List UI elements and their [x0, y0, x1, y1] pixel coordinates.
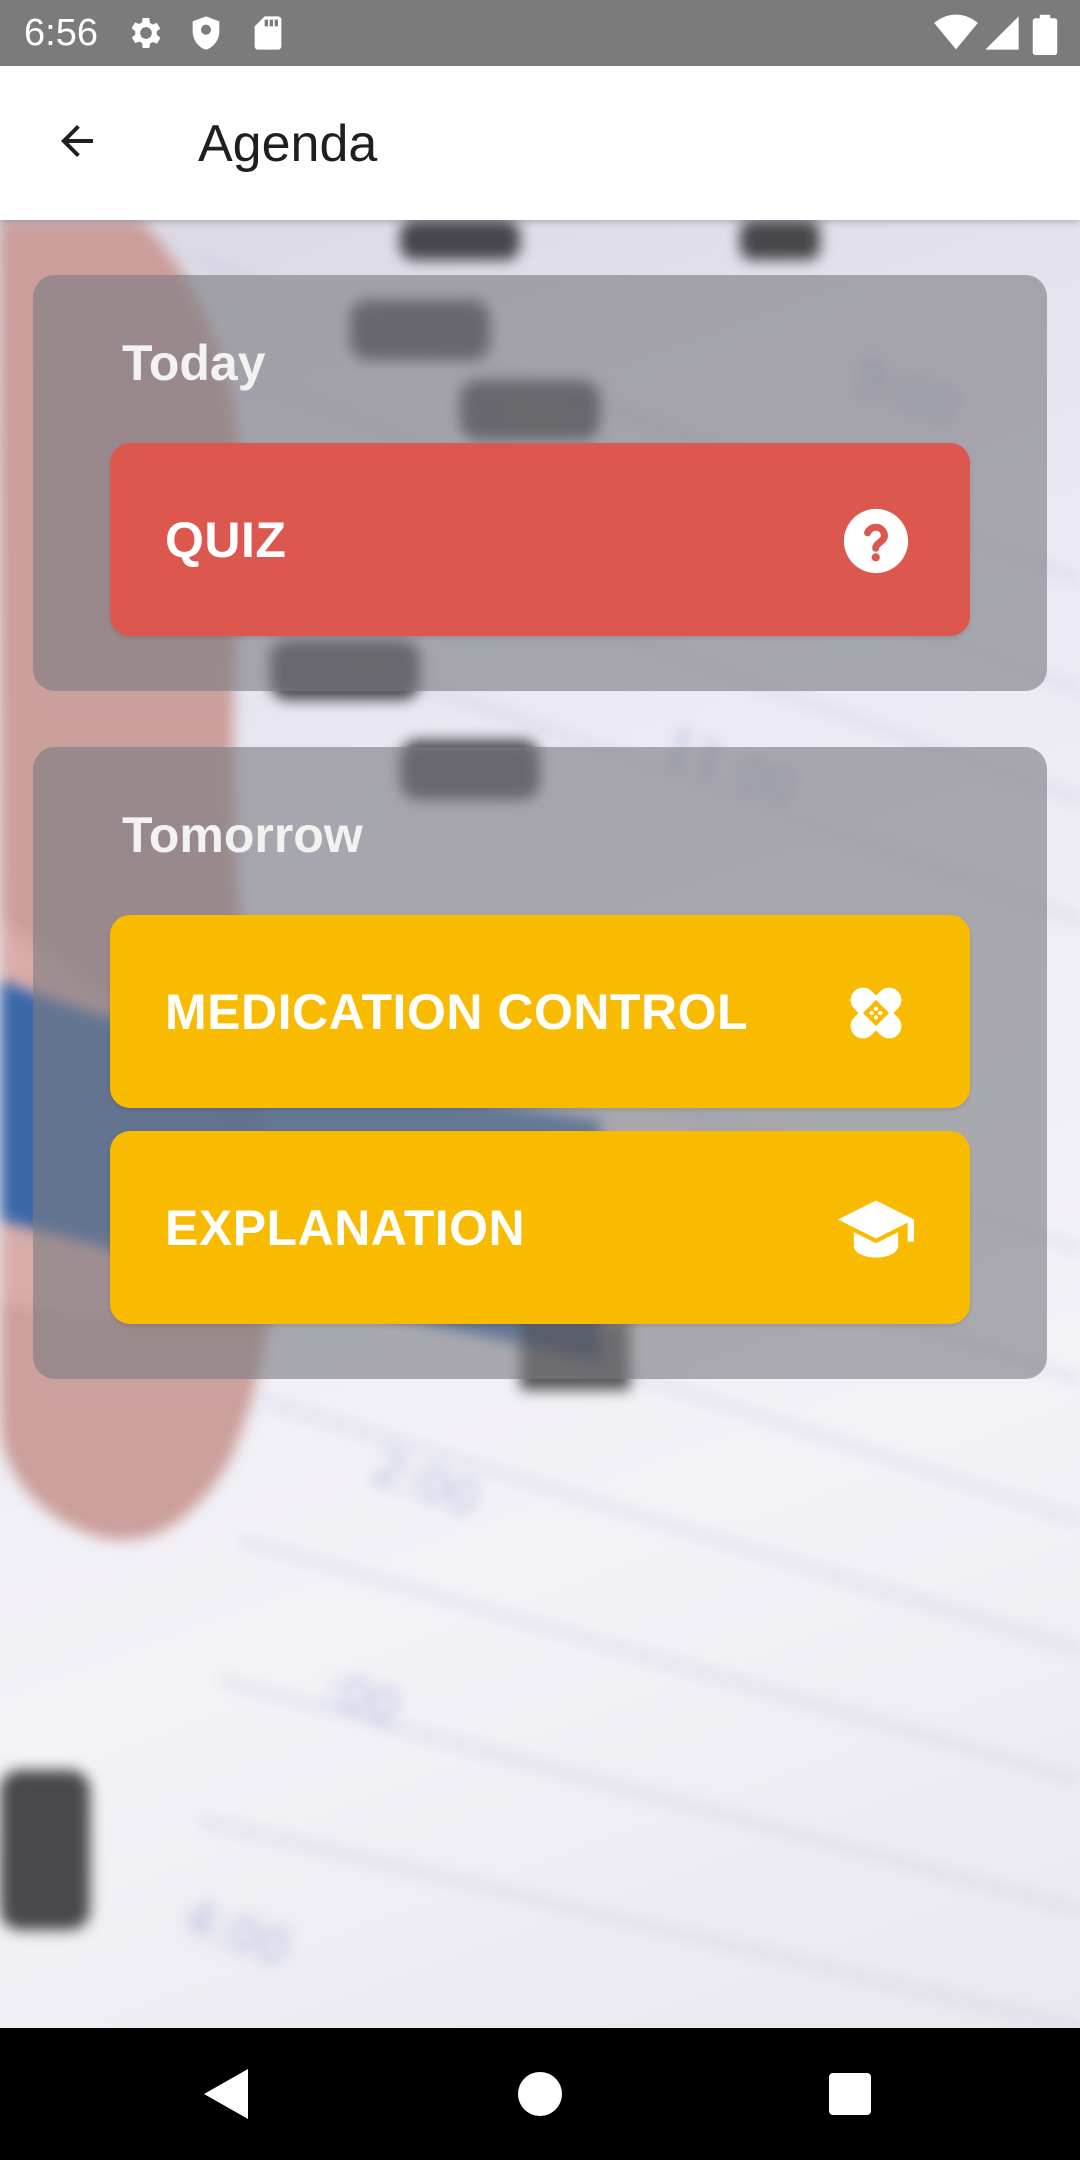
cell-signal-icon [982, 13, 1022, 53]
app-bar: Agenda [0, 66, 1080, 220]
status-bar: 6:56 [0, 0, 1080, 66]
section-today: Today QUIZ [33, 275, 1047, 691]
wifi-icon [934, 13, 978, 53]
explanation-label: EXPLANATION [165, 1199, 526, 1256]
page-title: Agenda [198, 115, 378, 173]
sd-card-icon [248, 13, 288, 53]
question-circle-icon [838, 503, 914, 579]
nav-home-button[interactable] [510, 2066, 570, 2126]
back-triangle-icon [204, 2068, 248, 2124]
home-circle-icon [518, 2071, 562, 2121]
section-title-tomorrow: Tomorrow [122, 807, 363, 863]
graduation-cap-icon [838, 1191, 914, 1267]
section-tomorrow: Tomorrow MEDICATION CONTROL EXPLANATION [33, 747, 1047, 1379]
gear-icon [126, 13, 166, 53]
shield-icon [186, 13, 226, 53]
nav-back-button[interactable] [196, 2066, 256, 2126]
arrow-back-icon [53, 117, 101, 170]
explanation-button[interactable]: EXPLANATION [110, 1131, 970, 1324]
quiz-label: QUIZ [165, 511, 287, 568]
quiz-button[interactable]: QUIZ [110, 443, 970, 636]
navigation-bar [0, 2028, 1080, 2160]
nav-recents-button[interactable] [820, 2066, 880, 2126]
status-time: 6:56 [24, 12, 98, 54]
recents-square-icon [829, 2072, 871, 2120]
section-title-today: Today [122, 335, 266, 391]
back-button[interactable] [40, 106, 114, 180]
battery-icon [1030, 13, 1070, 55]
medication-control-label: MEDICATION CONTROL [165, 983, 749, 1040]
svg-text:4:00: 4:00 [176, 1889, 296, 1978]
medication-control-button[interactable]: MEDICATION CONTROL [110, 915, 970, 1108]
bandage-icon [838, 975, 914, 1051]
